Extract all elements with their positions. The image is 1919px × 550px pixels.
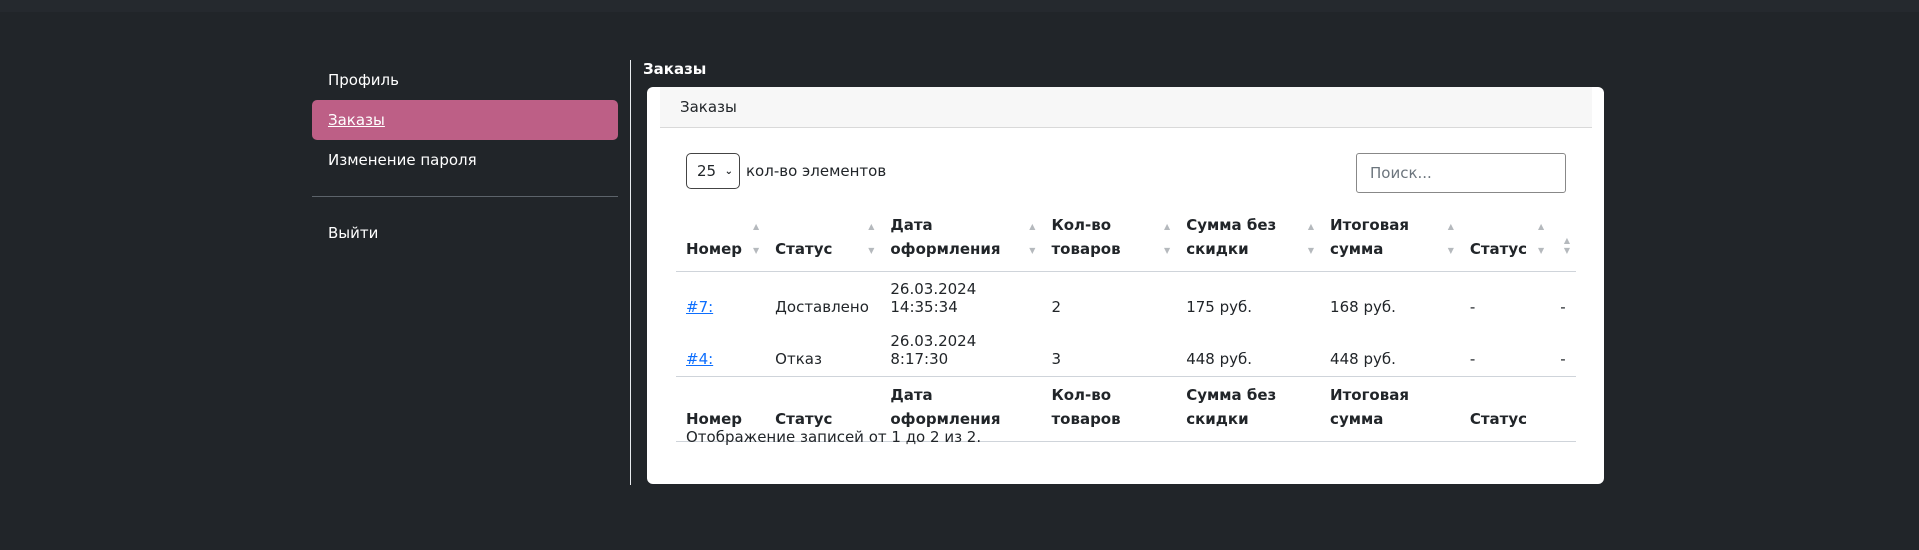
table-cell: Отказ <box>765 324 881 377</box>
sidebar-divider <box>312 196 618 197</box>
column-header-extra[interactable]: ▲ ▼ <box>1550 205 1576 272</box>
chevron-down-icon: ⌄ <box>724 165 733 177</box>
orders-table: Номер ▲ ▼ Статус ▲ ▼ Дата оформления ▲ ▼ Кол… <box>676 205 1576 442</box>
sidebar-item-change-password[interactable]: Изменение пароля <box>312 140 618 180</box>
table-cell: 26.03.2024 14:35:34 <box>890 280 977 316</box>
column-header-status2[interactable]: Статус ▲ ▼ <box>1459 205 1551 272</box>
length-control: 25 ⌄ кол-во элементов <box>686 153 886 189</box>
table-cell: - <box>1469 298 1476 316</box>
sort-icon: ▲ ▼ <box>1447 222 1454 255</box>
table-cell: 3 <box>1041 324 1177 377</box>
table-cell: 175 руб. <box>1186 298 1253 316</box>
footer-header-status2: Статус <box>1459 376 1551 442</box>
orders-card: Заказы 25 ⌄ кол-во элементов Номер ▲▼ Ст… <box>647 87 1604 484</box>
footer-header-extra <box>1550 376 1576 442</box>
column-header-total[interactable]: Итоговая сумма ▲ ▼ <box>1320 205 1460 272</box>
table-cell: Доставлено <box>775 298 869 316</box>
footer-header-quantity: Кол-во товаров <box>1041 376 1177 442</box>
order-link[interactable]: #7: <box>686 298 713 316</box>
page-length-label: кол-во элементов <box>746 162 887 180</box>
sidebar-item-profile[interactable]: Профиль <box>312 60 618 100</box>
logout-link[interactable]: Выйти <box>312 213 618 253</box>
vertical-divider <box>630 60 631 485</box>
table-cell: 2 <box>1051 298 1061 316</box>
table-cell: - <box>1550 324 1576 377</box>
column-header-quantity[interactable]: Кол-во товаров ▲ ▼ <box>1041 205 1177 272</box>
table-cell: - <box>1459 324 1551 377</box>
top-navbar <box>0 0 1919 12</box>
page-length-select[interactable]: 25 ⌄ <box>686 153 740 189</box>
table-cell: 448 руб. <box>1176 324 1321 377</box>
sort-icon: ▲ ▼ <box>1164 222 1171 255</box>
sort-icon: ▲ ▼ <box>1538 222 1545 255</box>
card-header: Заказы <box>660 87 1592 128</box>
table-row: #4: Отказ 26.03.2024 8:17:30 3 448 руб. … <box>676 324 1576 377</box>
table-row: #7: Доставлено 26.03.2024 14:35:34 2 175… <box>676 272 1576 325</box>
sidebar-item-orders[interactable]: Заказы <box>312 100 618 140</box>
page-title: Заказы <box>643 60 707 78</box>
column-header-date[interactable]: Дата оформления ▲ ▼ <box>880 205 1042 272</box>
table-cell: 168 руб. <box>1330 298 1396 316</box>
sort-icon: ▲ ▼ <box>1307 222 1315 255</box>
sort-icon: ▲ ▼ <box>1029 222 1036 255</box>
table-cell: - <box>1560 298 1566 316</box>
sort-icon: ▲ ▼ <box>1563 236 1570 255</box>
page-length-value: 25 <box>697 162 717 180</box>
column-header-status[interactable]: Статус ▲ ▼ <box>765 205 881 272</box>
search-input[interactable] <box>1356 153 1566 193</box>
sort-icon: ▲ ▼ <box>753 222 760 255</box>
column-header-sum[interactable]: Сумма без скидки ▲ ▼ <box>1176 205 1321 272</box>
table-cell: 26.03.2024 8:17:30 <box>880 324 1042 377</box>
sidebar: Профиль Заказы Изменение пароля Выйти <box>312 60 618 253</box>
table-info: Отображение записей от 1 до 2 из 2. <box>686 428 982 446</box>
sort-icon: ▲ ▼ <box>868 222 875 255</box>
table-cell: 448 руб. <box>1320 324 1460 377</box>
footer-header-sum: Сумма без скидки <box>1176 376 1321 442</box>
footer-header-total: Итоговая сумма <box>1320 376 1460 442</box>
column-header-number[interactable]: Номер ▲ ▼ <box>676 205 766 272</box>
order-link[interactable]: #4: <box>686 350 713 368</box>
